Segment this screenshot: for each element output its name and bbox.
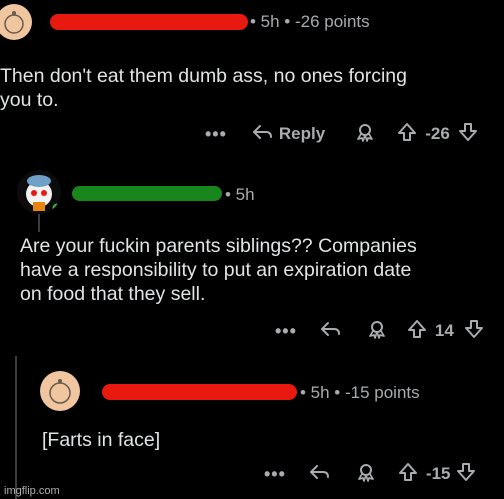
award-icon[interactable] xyxy=(355,122,375,147)
comment-body-line: Are your fuckin parents siblings?? Compa… xyxy=(20,235,417,257)
more-dots-icon[interactable]: ••• xyxy=(205,124,227,145)
upvote-arrow-icon[interactable] xyxy=(397,122,417,147)
avatar-icon[interactable] xyxy=(17,170,61,214)
redacted-username xyxy=(72,186,222,201)
comment-body-line: have a responsibility to put an expirati… xyxy=(20,259,412,281)
downvote-arrow-icon[interactable] xyxy=(464,319,484,344)
comment-meta: • 5h • -15 points xyxy=(300,383,420,402)
comment-body-line: on food that they sell. xyxy=(20,283,206,305)
comment-actions: ••• 14 xyxy=(275,318,484,344)
downvote-arrow-icon[interactable] xyxy=(458,122,478,147)
downvote-arrow-icon[interactable] xyxy=(456,462,476,487)
award-icon[interactable] xyxy=(367,319,387,344)
comment-actions: ••• Reply -26 xyxy=(205,121,478,147)
reply-arrow-icon[interactable] xyxy=(319,320,341,343)
award-icon[interactable] xyxy=(356,462,376,487)
vote-score: 14 xyxy=(434,321,454,340)
upvote-arrow-icon[interactable] xyxy=(398,462,418,487)
redacted-username xyxy=(50,14,248,30)
more-dots-icon[interactable]: ••• xyxy=(275,321,297,342)
comment-meta: • 5h • -26 points xyxy=(250,12,370,31)
redacted-username xyxy=(102,384,297,400)
reply-arrow-icon[interactable] xyxy=(251,123,273,146)
reply-button[interactable]: Reply xyxy=(279,124,325,144)
comment-body-line: Then don't eat them dumb ass, no ones fo… xyxy=(0,65,407,87)
avatar-icon[interactable] xyxy=(40,371,80,411)
reply-arrow-icon[interactable] xyxy=(308,463,330,486)
comment-body-line: you to. xyxy=(0,89,59,111)
thread-line xyxy=(15,356,17,499)
comment-body-line: [Farts in face] xyxy=(42,429,161,451)
avatar-icon[interactable] xyxy=(0,4,32,40)
thread-line xyxy=(38,212,40,232)
comment-meta: • 5h xyxy=(225,185,255,204)
watermark: imgflip.com xyxy=(4,485,60,497)
more-dots-icon[interactable]: ••• xyxy=(264,464,286,485)
comment-actions: ••• -15 xyxy=(264,461,476,487)
vote-score: -15 xyxy=(425,464,451,483)
vote-score: -26 xyxy=(425,124,450,143)
upvote-arrow-icon[interactable] xyxy=(407,319,427,344)
